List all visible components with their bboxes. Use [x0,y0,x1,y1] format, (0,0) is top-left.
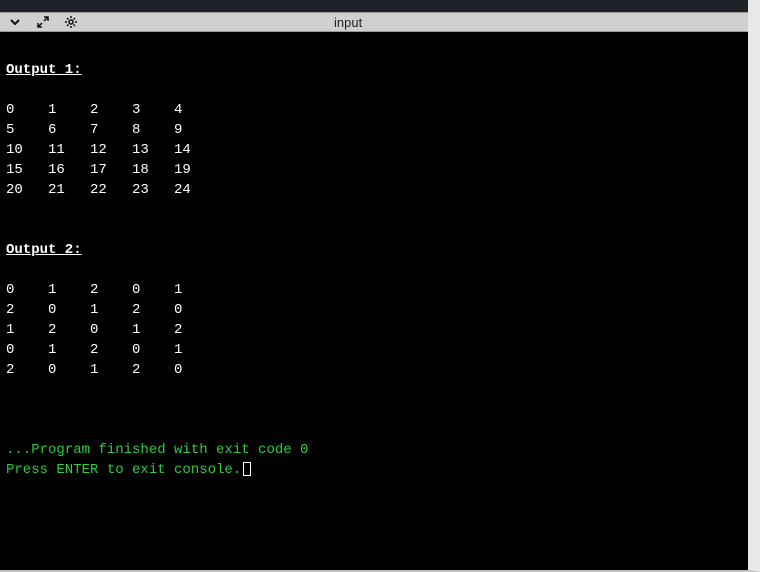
grid-cell: 2 [90,280,132,300]
status-block: ...Program finished with exit code 0 Pre… [6,440,742,480]
grid-cell: 18 [132,160,174,180]
grid-row: 56789 [6,120,742,140]
grid-row: 1011121314 [6,140,742,160]
grid-cell: 5 [6,120,48,140]
grid-cell: 12 [90,140,132,160]
grid-cell: 22 [90,180,132,200]
grid-cell: 1 [48,340,90,360]
editor-line: 45 print("\u0332\033[1m{}\033[0m".format… [0,0,748,12]
grid-cell: 2 [90,340,132,360]
grid-cell: 1 [48,100,90,120]
input-label: input [334,15,362,30]
expand-icon[interactable] [34,14,52,30]
grid-cell: 16 [48,160,90,180]
console-output[interactable]: Output 1: 012345678910111213141516171819… [0,32,748,570]
grid-cell: 2 [6,360,48,380]
grid-row: 12012 [6,320,742,340]
output-heading-2: Output 2: [6,240,742,260]
grid-row: 1516171819 [6,160,742,180]
grid-cell: 20 [6,180,48,200]
settings-icon[interactable] [62,14,80,30]
grid-cell: 1 [174,280,216,300]
console-toolbar: input [0,12,748,32]
grid-cell: 2 [6,300,48,320]
output-heading-1: Output 1: [6,60,742,80]
grid-cell: 4 [174,100,216,120]
status-prompt: Press ENTER to exit console. [6,460,742,480]
grid-cell: 1 [132,320,174,340]
grid-cell: 19 [174,160,216,180]
grid-cell: 1 [90,360,132,380]
output-grid-2: 0120120120120120120120120 [6,280,742,380]
grid-cell: 2 [174,320,216,340]
grid-cell: 0 [6,280,48,300]
grid-cell: 0 [174,300,216,320]
status-finished: ...Program finished with exit code 0 [6,440,742,460]
grid-cell: 9 [174,120,216,140]
grid-cell: 13 [132,140,174,160]
grid-cell: 0 [174,360,216,380]
grid-cell: 0 [48,360,90,380]
grid-row: 2021222324 [6,180,742,200]
grid-row: 20120 [6,300,742,320]
grid-row: 01234 [6,100,742,120]
grid-cell: 0 [6,340,48,360]
grid-cell: 21 [48,180,90,200]
grid-cell: 2 [48,320,90,340]
grid-cell: 8 [132,120,174,140]
grid-cell: 1 [6,320,48,340]
cursor-icon [243,462,251,476]
grid-cell: 15 [6,160,48,180]
grid-cell: 1 [90,300,132,320]
grid-row: 20120 [6,360,742,380]
grid-cell: 2 [90,100,132,120]
grid-cell: 6 [48,120,90,140]
grid-cell: 17 [90,160,132,180]
grid-row: 01201 [6,340,742,360]
grid-cell: 23 [132,180,174,200]
grid-cell: 2 [132,300,174,320]
grid-row: 01201 [6,280,742,300]
grid-cell: 0 [132,340,174,360]
grid-cell: 3 [132,100,174,120]
grid-cell: 0 [48,300,90,320]
grid-cell: 10 [6,140,48,160]
grid-cell: 14 [174,140,216,160]
grid-cell: 2 [132,360,174,380]
grid-cell: 0 [132,280,174,300]
grid-cell: 11 [48,140,90,160]
output-grid-1: 0123456789101112131415161718192021222324 [6,100,742,200]
grid-cell: 1 [174,340,216,360]
grid-cell: 0 [6,100,48,120]
grid-cell: 24 [174,180,216,200]
grid-cell: 7 [90,120,132,140]
grid-cell: 0 [90,320,132,340]
chevron-down-icon[interactable] [6,14,24,30]
grid-cell: 1 [48,280,90,300]
